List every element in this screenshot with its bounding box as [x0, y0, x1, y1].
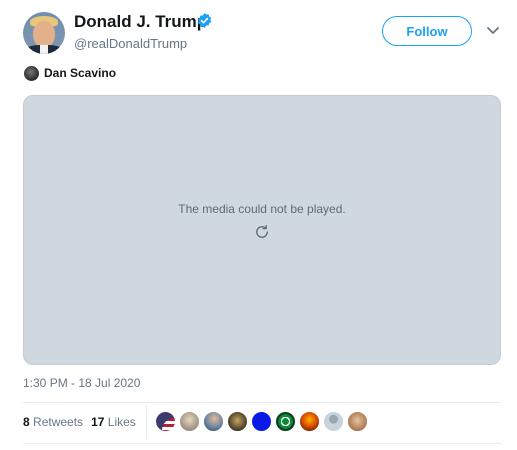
- liker-avatar[interactable]: [323, 411, 344, 432]
- retweets-stat[interactable]: 8 Retweets: [23, 415, 83, 429]
- liker-avatar[interactable]: [179, 411, 200, 432]
- stats-divider-bottom: [23, 443, 501, 444]
- follow-button[interactable]: Follow: [382, 16, 472, 46]
- liker-avatar[interactable]: [251, 411, 272, 432]
- liker-avatar[interactable]: [227, 411, 248, 432]
- verified-badge-icon: [197, 13, 212, 28]
- liker-avatar[interactable]: [155, 411, 176, 432]
- reload-icon[interactable]: [253, 223, 271, 241]
- media-error-message: The media could not be played.: [178, 202, 346, 216]
- avatar-face: [33, 21, 55, 47]
- author-avatar[interactable]: [23, 12, 65, 54]
- stats-divider-top: [23, 402, 501, 403]
- media-player[interactable]: The media could not be played.: [23, 95, 501, 365]
- tagged-user-name[interactable]: Dan Scavino: [44, 66, 116, 80]
- avatar-shirt: [40, 45, 48, 54]
- stats-separator: [146, 405, 147, 439]
- tweet-stats: 8 Retweets 17 Likes: [23, 415, 136, 429]
- liker-avatars: [155, 411, 368, 432]
- likes-label: Likes: [107, 415, 136, 429]
- tweet-timestamp[interactable]: 1:30 PM - 18 Jul 2020: [23, 376, 140, 390]
- retweets-count: 8: [23, 415, 30, 429]
- liker-avatar[interactable]: [275, 411, 296, 432]
- chevron-down-icon[interactable]: [486, 26, 500, 36]
- author-name[interactable]: Donald J. Trump: [74, 12, 207, 32]
- liker-avatar[interactable]: [299, 411, 320, 432]
- liker-avatar[interactable]: [203, 411, 224, 432]
- tagged-user-avatar[interactable]: [24, 66, 39, 81]
- author-handle[interactable]: @realDonaldTrump: [74, 36, 187, 51]
- likes-stat[interactable]: 17 Likes: [91, 415, 136, 429]
- likes-count: 17: [91, 415, 105, 429]
- retweets-label: Retweets: [33, 415, 84, 429]
- liker-avatar[interactable]: [347, 411, 368, 432]
